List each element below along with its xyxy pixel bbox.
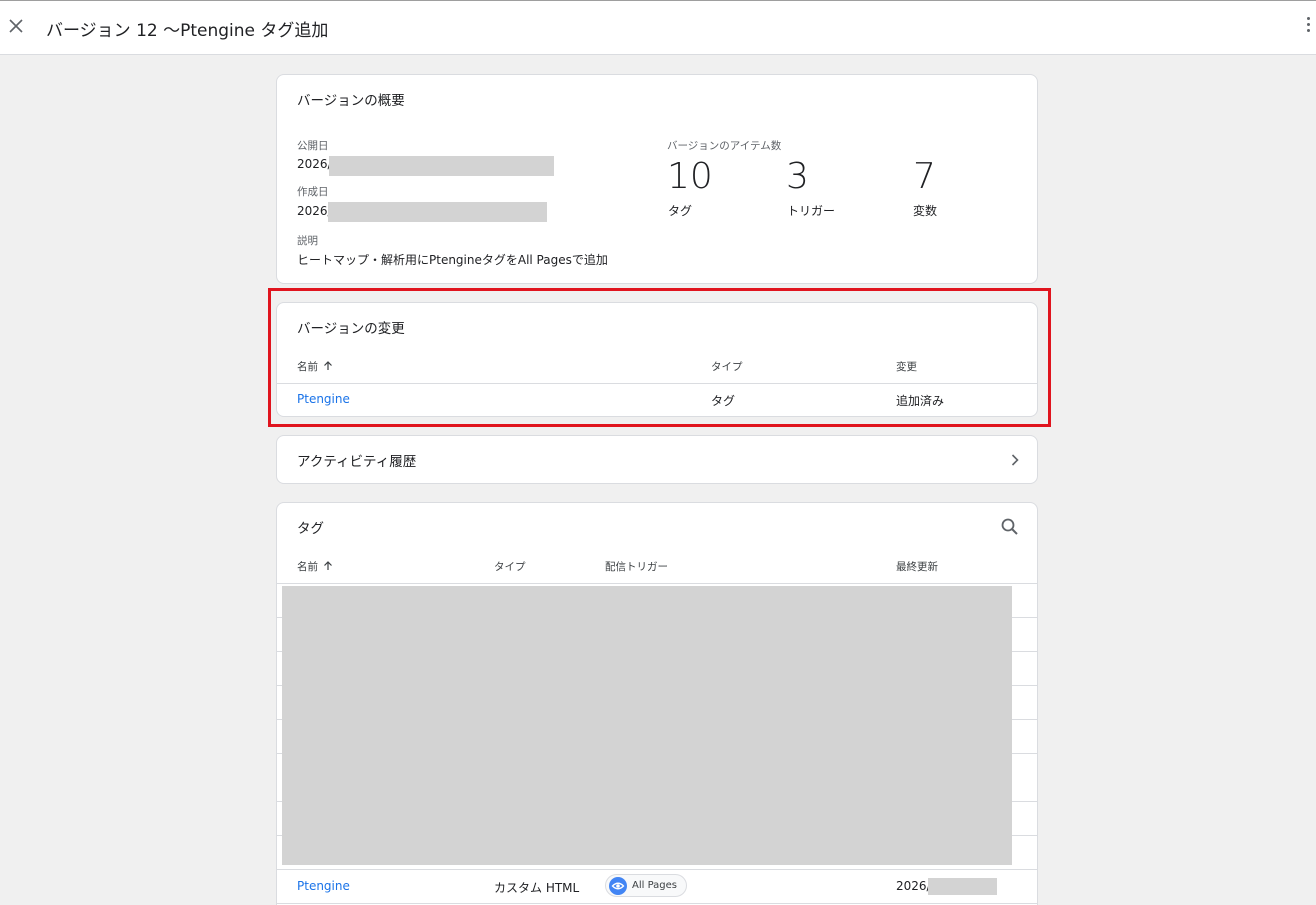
tag-count-label: タグ (668, 204, 693, 218)
table-row-divider (277, 869, 1037, 870)
chevron-right-icon (1011, 454, 1019, 466)
activity-history-card[interactable]: アクティビティ履歴 (276, 435, 1038, 484)
tags-column-header-updated: 最終更新 (896, 561, 938, 573)
sort-arrow-up-icon (324, 561, 333, 570)
published-date-label: 公開日 (297, 140, 329, 152)
item-count-label: バージョンのアイテム数 (667, 140, 782, 152)
trigger-chip-label: All Pages (632, 880, 677, 891)
variable-count-label: 変数 (913, 204, 938, 218)
tags-header-divider (277, 583, 1037, 584)
tags-column-header-trigger: 配信トリガー (605, 561, 668, 573)
created-date-value: 2026/ (297, 204, 332, 218)
redacted-published-date (329, 156, 554, 176)
variable-count: 7 (913, 156, 936, 197)
more-vert-icon (1302, 17, 1314, 32)
close-button[interactable] (6, 16, 28, 38)
description-label: 説明 (297, 235, 318, 247)
top-bar: バージョン 12 〜Ptengine タグ追加 (0, 0, 1316, 55)
description-value: ヒートマップ・解析用にPtengineタグをAll Pagesで追加 (297, 253, 608, 267)
redacted-tag-updated (928, 878, 997, 895)
search-icon (1001, 518, 1018, 535)
search-button[interactable] (999, 516, 1021, 538)
activity-history-label: アクティビティ履歴 (297, 454, 417, 470)
tags-column-header-name[interactable]: 名前 (297, 559, 333, 574)
redacted-created-date (328, 202, 547, 222)
tag-row-updated: 2026/ (896, 879, 931, 893)
redacted-tag-rows (282, 586, 1012, 865)
page-title: バージョン 12 〜Ptengine タグ追加 (46, 21, 329, 41)
highlight-box (268, 288, 1051, 427)
summary-title: バージョンの概要 (297, 93, 405, 109)
published-date-value: 2026/ (297, 157, 332, 171)
eye-icon (609, 877, 627, 895)
version-summary-card: バージョンの概要 公開日 2026/ 作成日 2026/ 説明 ヒートマップ・解… (276, 74, 1038, 284)
tags-column-header-type: タイプ (494, 561, 526, 573)
trigger-count-label: トリガー (787, 204, 836, 218)
tags-title: タグ (297, 521, 324, 537)
table-row-divider (277, 903, 1037, 904)
trigger-chip-all-pages[interactable]: All Pages (605, 874, 687, 897)
created-date-label: 作成日 (297, 186, 329, 198)
tag-count: 10 (667, 156, 713, 197)
close-icon (9, 19, 23, 33)
trigger-count: 3 (786, 156, 809, 197)
tags-card: タグ 名前 タイプ 配信トリガー 最終更新 Ptengine カスタム HTML… (276, 502, 1038, 905)
tag-row-type: カスタム HTML (494, 881, 580, 895)
tags-column-header-name-label: 名前 (297, 561, 318, 573)
more-options-button[interactable] (1302, 17, 1314, 37)
tag-row-name-link[interactable]: Ptengine (297, 879, 350, 893)
